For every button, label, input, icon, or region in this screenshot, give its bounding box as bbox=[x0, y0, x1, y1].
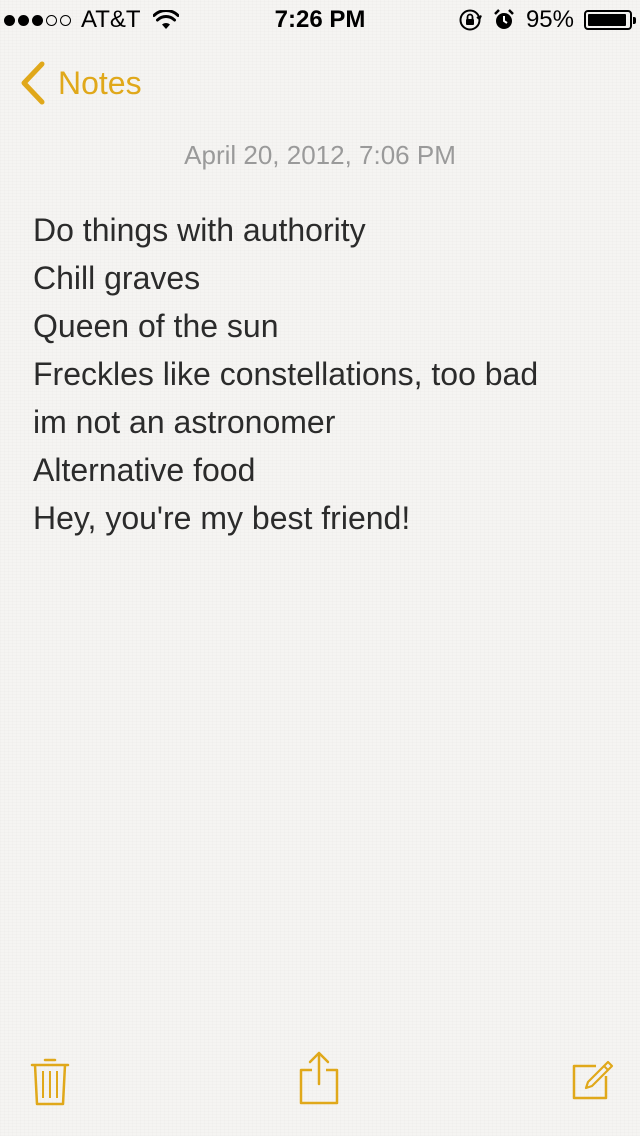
status-bar: AT&T 7:26 PM 95% bbox=[0, 0, 640, 40]
back-label: Notes bbox=[58, 64, 142, 101]
battery-icon bbox=[584, 10, 636, 30]
bottom-toolbar bbox=[0, 1046, 640, 1136]
note-date: April 20, 2012, 7:06 PM bbox=[184, 140, 456, 170]
status-right: 95% bbox=[458, 6, 636, 34]
alarm-icon bbox=[494, 9, 514, 29]
note-line: Do things with authority bbox=[33, 212, 366, 248]
rotation-lock-icon bbox=[459, 9, 482, 31]
note-line: Freckles like constellations, too bad bbox=[33, 356, 539, 392]
battery-percentage: 95% bbox=[525, 6, 574, 33]
share-button[interactable] bbox=[296, 1050, 342, 1106]
back-to-notes-button[interactable]: Notes bbox=[18, 60, 142, 106]
battery-tip bbox=[633, 17, 636, 24]
note-line: Chill graves bbox=[33, 260, 201, 296]
battery-fill bbox=[588, 14, 626, 26]
note-line: im not an astronomer bbox=[33, 404, 336, 440]
trash-icon bbox=[30, 1058, 70, 1106]
compose-icon bbox=[572, 1060, 614, 1100]
note-line: Queen of the sun bbox=[33, 308, 279, 344]
delete-note-button[interactable] bbox=[30, 1056, 70, 1108]
note-body-text[interactable]: Do things with authority Chill graves Qu… bbox=[33, 206, 613, 542]
compose-note-button[interactable] bbox=[570, 1058, 614, 1102]
note-line: Alternative food bbox=[33, 452, 256, 488]
chevron-left-icon bbox=[21, 61, 45, 105]
note-line: Hey, you're my best friend! bbox=[33, 500, 411, 536]
share-icon bbox=[299, 1051, 339, 1105]
